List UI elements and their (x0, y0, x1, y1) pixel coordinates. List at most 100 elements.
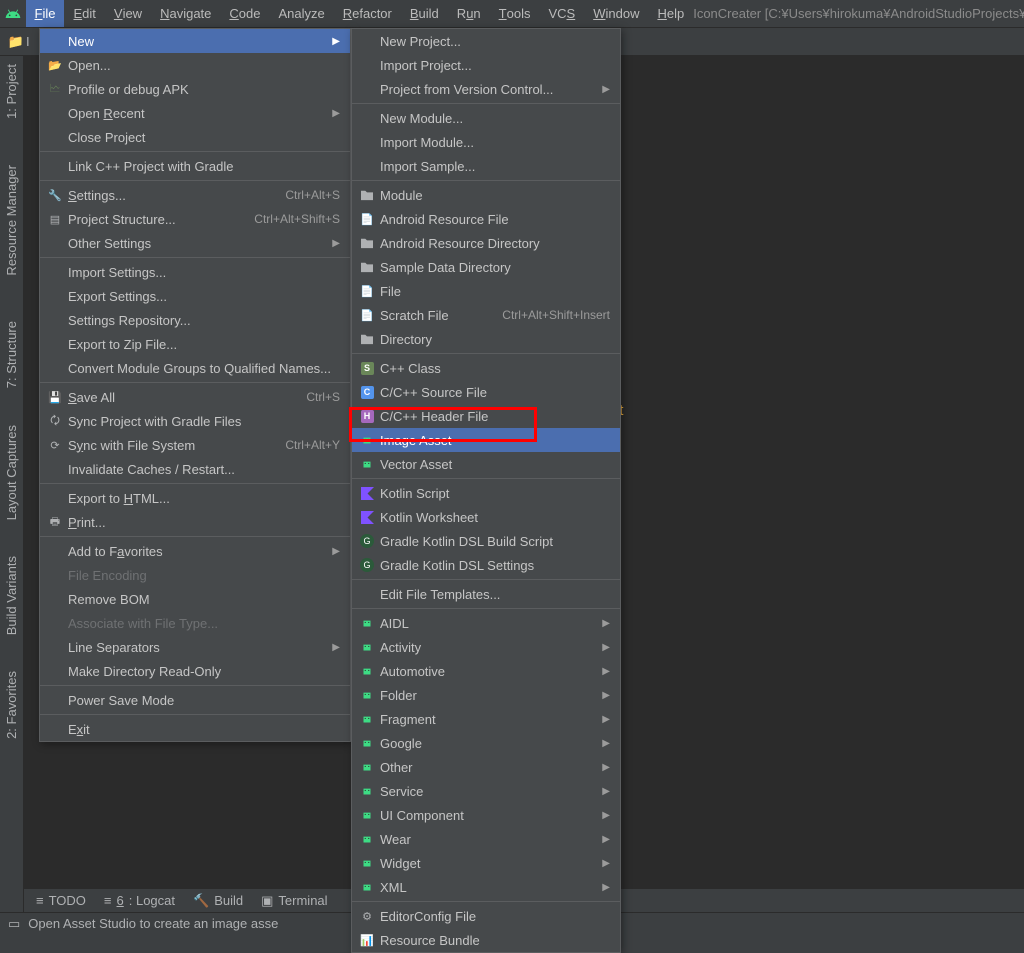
submenu-arrow-icon: ▶ (602, 690, 610, 701)
menu-edit[interactable]: Edit (64, 0, 104, 27)
menu-item-label: Add to Favorites (68, 544, 320, 559)
new-menu-item-xml[interactable]: XML▶ (352, 875, 620, 899)
menu-item-label: Directory (380, 332, 610, 347)
new-menu-item-c-c-header-file[interactable]: HC/C++ Header File (352, 404, 620, 428)
menu-help[interactable]: Help (648, 0, 693, 27)
new-menu-item-c-class[interactable]: SC++ Class (352, 356, 620, 380)
file-menu-item-remove-bom[interactable]: Remove BOM (40, 587, 350, 611)
menu-item-shortcut: Ctrl+Alt+S (285, 188, 340, 202)
new-menu-item-wear[interactable]: Wear▶ (352, 827, 620, 851)
file-menu-item-line-separators[interactable]: Line Separators▶ (40, 635, 350, 659)
new-menu-item-vector-asset[interactable]: Vector Asset (352, 452, 620, 476)
file-menu-item-open-recent[interactable]: Open Recent▶ (40, 101, 350, 125)
menu-tools[interactable]: Tools (490, 0, 540, 27)
file-menu-item-invalidate-caches-restart-[interactable]: Invalidate Caches / Restart... (40, 457, 350, 481)
menu-analyze[interactable]: Analyze (269, 0, 333, 27)
new-menu-item-file[interactable]: 📄File (352, 279, 620, 303)
new-menu-item-new-project-[interactable]: New Project... (352, 29, 620, 53)
new-menu-item-c-c-source-file[interactable]: CC/C++ Source File (352, 380, 620, 404)
file-menu-item-settings-repository-[interactable]: Settings Repository... (40, 308, 350, 332)
new-menu-item-module[interactable]: Module (352, 183, 620, 207)
menu-item-label: Vector Asset (380, 457, 610, 472)
new-menu-item-google[interactable]: Google▶ (352, 731, 620, 755)
new-menu-item-kotlin-script[interactable]: Kotlin Script (352, 481, 620, 505)
file-menu-item-sync-project-with-gradle-files[interactable]: 🗘Sync Project with Gradle Files (40, 409, 350, 433)
file-menu-item-export-to-zip-file-[interactable]: Export to Zip File... (40, 332, 350, 356)
bottom-tab-6-logcat[interactable]: ≡6: Logcat (104, 893, 175, 908)
blank-icon (46, 692, 64, 708)
new-menu-item-service[interactable]: Service▶ (352, 779, 620, 803)
file-menu-item-profile-or-debug-apk[interactable]: 🗠Profile or debug APK (40, 77, 350, 101)
structure-tool-tab[interactable]: 7: Structure (2, 313, 21, 396)
bottom-tab-terminal[interactable]: ▣Terminal (261, 893, 327, 909)
new-menu-item-image-asset[interactable]: Image Asset (352, 428, 620, 452)
new-menu-item-import-module-[interactable]: Import Module... (352, 130, 620, 154)
file-menu-item-save-all[interactable]: 💾Save AllCtrl+S (40, 385, 350, 409)
new-menu-item-import-project-[interactable]: Import Project... (352, 53, 620, 77)
file-menu-item-exit[interactable]: Exit (40, 717, 350, 741)
new-menu-item-fragment[interactable]: Fragment▶ (352, 707, 620, 731)
file-menu-item-new[interactable]: New▶ (40, 29, 350, 53)
file-menu-item-make-directory-read-only[interactable]: Make Directory Read-Only (40, 659, 350, 683)
file-menu-item-sync-with-file-system[interactable]: ⟳Sync with File SystemCtrl+Alt+Y (40, 433, 350, 457)
file-menu-item-convert-module-groups-to-qualified-names-[interactable]: Convert Module Groups to Qualified Names… (40, 356, 350, 380)
new-menu-item-ui-component[interactable]: UI Component▶ (352, 803, 620, 827)
new-menu-item-folder[interactable]: Folder▶ (352, 683, 620, 707)
new-menu-item-sample-data-directory[interactable]: Sample Data Directory (352, 255, 620, 279)
file-menu-item-export-to-html-[interactable]: Export to HTML... (40, 486, 350, 510)
file-menu-item-power-save-mode[interactable]: Power Save Mode (40, 688, 350, 712)
bottom-tab-todo[interactable]: ≡TODO (36, 893, 86, 908)
project-tool-tab[interactable]: 1: Project (2, 56, 21, 127)
resource-manager-tool-tab[interactable]: Resource Manager (2, 157, 21, 284)
save-icon: 💾 (46, 389, 64, 405)
file-menu-item-settings-[interactable]: 🔧Settings...Ctrl+Alt+S (40, 183, 350, 207)
favorites-tool-tab[interactable]: 2: Favorites (2, 663, 21, 747)
new-menu-item-gradle-kotlin-dsl-build-script[interactable]: GGradle Kotlin DSL Build Script (352, 529, 620, 553)
new-menu-item-editorconfig-file[interactable]: ⚙EditorConfig File (352, 904, 620, 928)
new-menu-item-android-resource-directory[interactable]: Android Resource Directory (352, 231, 620, 255)
menu-code[interactable]: Code (220, 0, 269, 27)
new-menu-item-kotlin-worksheet[interactable]: Kotlin Worksheet (352, 505, 620, 529)
project-folder-icon[interactable]: 📁 (6, 32, 26, 52)
new-menu-item-scratch-file[interactable]: 📄Scratch FileCtrl+Alt+Shift+Insert (352, 303, 620, 327)
file-menu-item-close-project[interactable]: Close Project (40, 125, 350, 149)
file-menu-item-add-to-favorites[interactable]: Add to Favorites▶ (40, 539, 350, 563)
new-menu-item-directory[interactable]: Directory (352, 327, 620, 351)
file-menu-item-export-settings-[interactable]: Export Settings... (40, 284, 350, 308)
menu-build[interactable]: Build (401, 0, 448, 27)
build-variants-tool-tab[interactable]: Build Variants (2, 548, 21, 643)
new-menu-item-edit-file-templates-[interactable]: Edit File Templates... (352, 582, 620, 606)
new-menu-item-resource-bundle[interactable]: 📊Resource Bundle (352, 928, 620, 952)
menu-refactor[interactable]: Refactor (334, 0, 401, 27)
menu-window[interactable]: Window (584, 0, 648, 27)
new-menu-item-import-sample-[interactable]: Import Sample... (352, 154, 620, 178)
file-menu-item-print-[interactable]: 🖶Print... (40, 510, 350, 534)
new-menu-item-activity[interactable]: Activity▶ (352, 635, 620, 659)
new-menu-item-new-module-[interactable]: New Module... (352, 106, 620, 130)
blank-icon (46, 591, 64, 607)
menu-item-label: Import Module... (380, 135, 610, 150)
file-menu-item-other-settings[interactable]: Other Settings▶ (40, 231, 350, 255)
scratch-icon: 📄 (358, 307, 376, 323)
new-menu-item-aidl[interactable]: AIDL▶ (352, 611, 620, 635)
menu-view[interactable]: View (105, 0, 151, 27)
menu-vcs[interactable]: VCS (539, 0, 584, 27)
file-menu-item-link-c-project-with-gradle[interactable]: Link C++ Project with Gradle (40, 154, 350, 178)
menu-item-label: C++ Class (380, 361, 610, 376)
layout-captures-tool-tab[interactable]: Layout Captures (2, 417, 21, 528)
new-menu-item-automotive[interactable]: Automotive▶ (352, 659, 620, 683)
new-menu-item-widget[interactable]: Widget▶ (352, 851, 620, 875)
menu-navigate[interactable]: Navigate (151, 0, 220, 27)
new-menu-item-gradle-kotlin-dsl-settings[interactable]: GGradle Kotlin DSL Settings (352, 553, 620, 577)
submenu-arrow-icon: ▶ (602, 642, 610, 653)
file-menu-item-open-[interactable]: 📂Open... (40, 53, 350, 77)
new-menu-item-project-from-version-control-[interactable]: Project from Version Control...▶ (352, 77, 620, 101)
file-menu-item-import-settings-[interactable]: Import Settings... (40, 260, 350, 284)
menu-item-label: Gradle Kotlin DSL Build Script (380, 534, 610, 549)
bottom-tab-build[interactable]: 🔨Build (193, 893, 243, 909)
menu-file[interactable]: File (26, 0, 65, 27)
new-menu-item-android-resource-file[interactable]: 📄Android Resource File (352, 207, 620, 231)
new-menu-item-other[interactable]: Other▶ (352, 755, 620, 779)
menu-run[interactable]: Run (448, 0, 490, 27)
file-menu-item-project-structure-[interactable]: ▤Project Structure...Ctrl+Alt+Shift+S (40, 207, 350, 231)
